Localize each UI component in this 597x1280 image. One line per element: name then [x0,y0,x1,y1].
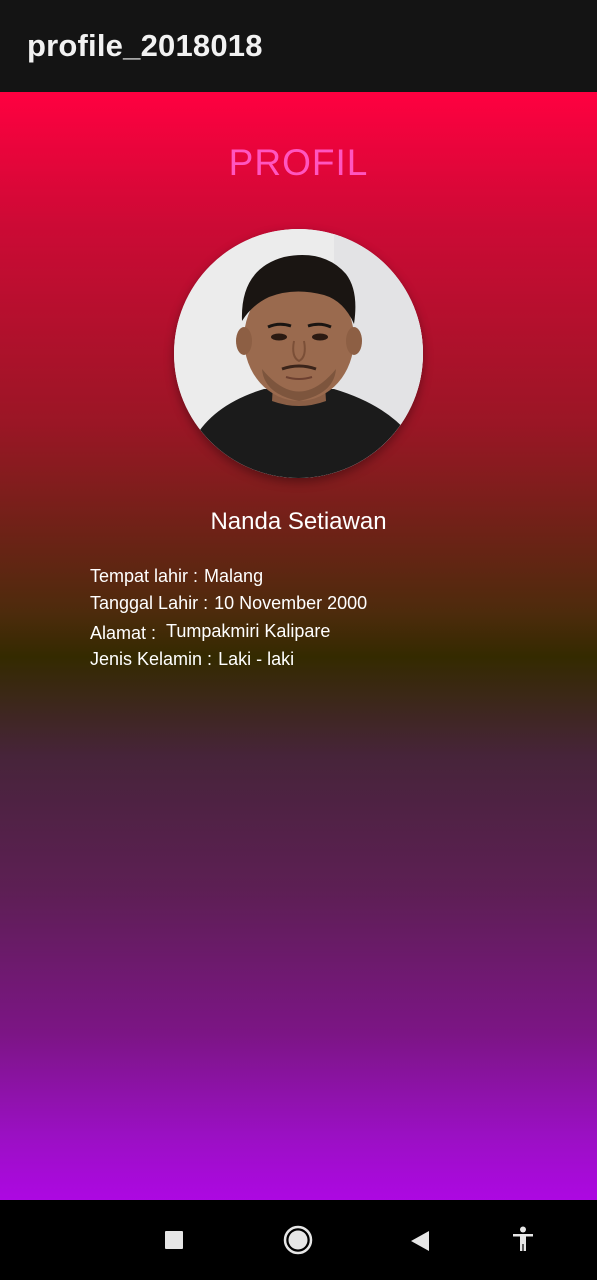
profile-photo [174,229,423,478]
birthdate-value: 10 November 2000 [214,593,368,613]
birthdate-row: Tanggal Lahir :10 November 2000 [90,593,367,614]
address-row: Alamat : Tumpakmiri Kalipare [90,621,331,643]
gender-label: Jenis Kelamin : [90,649,213,669]
birthdate-label: Tanggal Lahir : [90,593,209,613]
profile-screen: PROFIL Nanda Setiawan Tempat lahir: Mal… [0,92,597,1200]
app-title: profile_2018018 [27,28,263,63]
gender-row: Jenis Kelamin : Laki - laki [90,649,294,670]
recent-apps-icon[interactable] [164,1230,184,1250]
accessibility-icon[interactable] [511,1226,535,1252]
address-value: Tumpakmiri Kalipare [166,621,331,641]
birthplace-row: Tempat lahir : Malang [90,566,263,587]
home-icon[interactable] [283,1225,313,1255]
page-title: PROFIL [228,142,369,183]
profile-name: Nanda Setiawan [210,508,387,535]
address-label: Alamat : [90,623,157,643]
system-nav-bar [0,1200,597,1280]
app-bar: profile_2018018 [0,0,597,92]
birthplace-value: Malang [204,566,264,586]
birthplace-label: Tempat lahir : [90,566,199,586]
back-icon[interactable] [409,1229,431,1253]
person-avatar-icon [174,229,423,478]
gender-value: Laki - laki [218,649,295,669]
